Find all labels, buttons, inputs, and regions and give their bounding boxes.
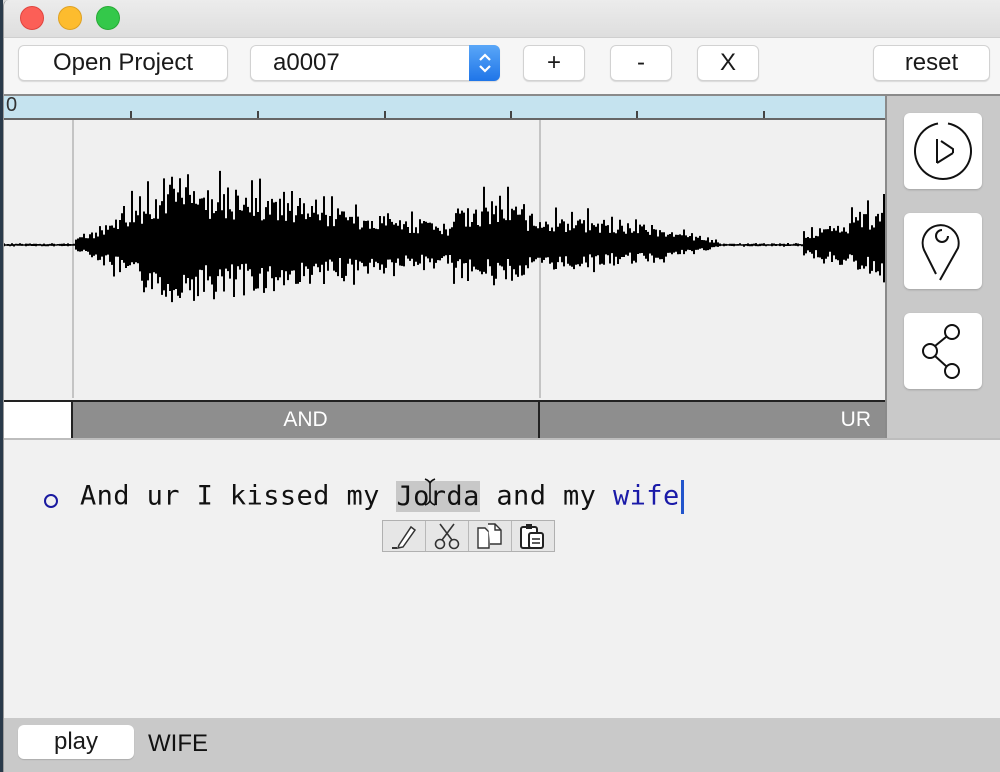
edit-context-menu [382,520,555,552]
title-bar [4,0,1000,38]
waveform-trace [4,170,885,303]
close-window-button[interactable] [20,6,44,30]
paste-icon [520,524,544,549]
bullet-icon [44,494,58,508]
waveform-panel[interactable]: 0 AND UR [4,94,887,440]
project-select[interactable]: a0007 [250,45,500,81]
mark-location-button[interactable] [904,213,982,289]
zoom-in-button[interactable]: + [523,45,585,81]
share-button[interactable] [904,313,982,389]
edit-menu-item[interactable] [383,521,426,551]
reset-button[interactable]: reset [873,45,990,81]
transcript-middle: and my [479,480,613,512]
zoom-out-button[interactable]: - [610,45,672,81]
open-project-button[interactable]: Open Project [18,45,228,81]
side-tool-panel [887,94,1000,438]
text-caret [680,480,684,514]
copy-icon [477,523,502,549]
selected-word[interactable]: Jorda [396,480,480,512]
ruler-tick [636,111,638,118]
copy-menu-item[interactable] [469,521,512,551]
project-select-value: a0007 [273,49,340,76]
edit-pencil-icon [392,525,417,549]
audio-waveform[interactable] [4,120,885,398]
share-icon [922,324,960,379]
up-down-chevron-icon[interactable] [469,45,500,81]
segment-and[interactable]: AND [73,402,540,438]
cut-scissors-icon [434,523,460,550]
location-pin-icon [921,224,960,281]
clear-button[interactable]: X [697,45,759,81]
ruler-tick [130,111,132,118]
segment-ur[interactable]: UR [540,402,885,438]
app-window: Open Project a0007 + - X reset 0 AND UR [3,0,1000,772]
ibeam-cursor-icon [424,478,436,506]
ruler-start-label: 0 [6,94,18,116]
play-circle-icon [914,122,972,181]
ruler-tick [763,111,765,118]
transcript-prefix: And ur I kissed my [80,480,397,512]
maximize-window-button[interactable] [96,6,120,30]
segment-empty[interactable] [4,402,73,438]
segment-labels-row: AND UR [4,400,885,440]
highlighted-word[interactable]: wife [613,481,680,512]
toolbar: Open Project a0007 + - X reset [4,38,1000,94]
play-segment-button[interactable] [904,113,982,189]
cut-menu-item[interactable] [426,521,469,551]
ruler-tick [384,111,386,118]
transcript-line[interactable]: And ur I kissed my Jorda and my wife [80,480,684,514]
minimize-window-button[interactable] [58,6,82,30]
ruler-tick [510,111,512,118]
current-word-label: WIFE [148,730,208,757]
time-ruler[interactable]: 0 [4,94,885,120]
play-button[interactable]: play [18,725,134,759]
ruler-tick [257,111,259,118]
transcript-editor[interactable]: And ur I kissed my Jorda and my wife [4,438,1000,720]
status-bar: play WIFE [4,718,1000,772]
paste-menu-item[interactable] [512,521,554,551]
